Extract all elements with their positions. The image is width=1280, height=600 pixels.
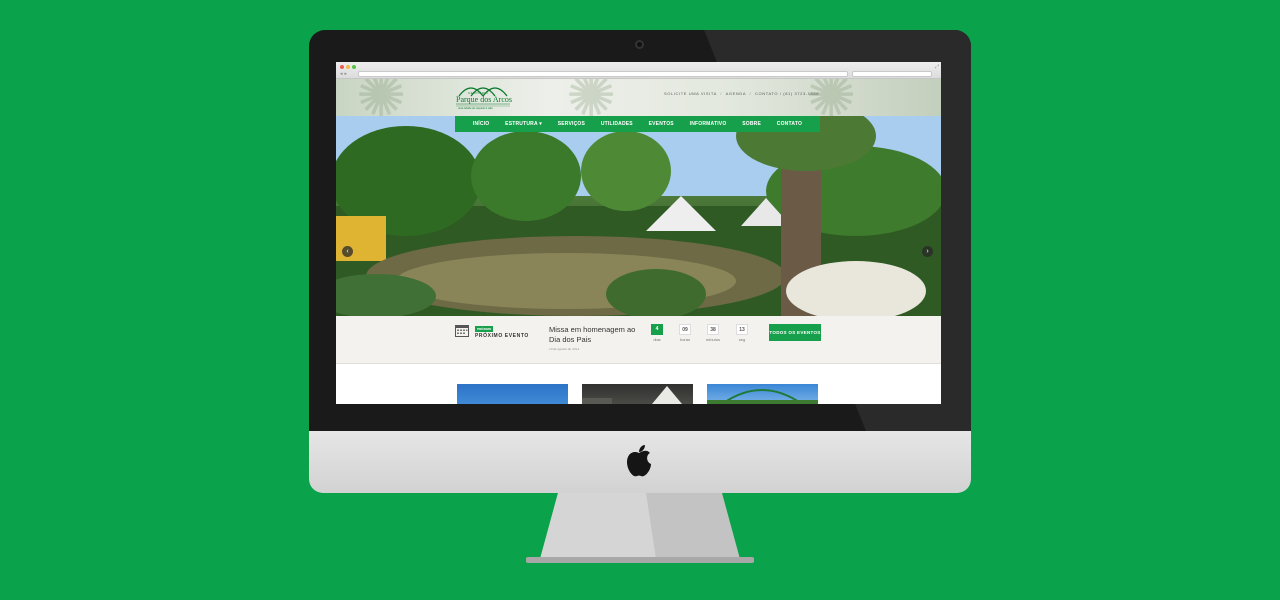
nav-item-informativo[interactable]: INFORMATIVO — [690, 121, 727, 127]
browser-toolbar: ◂▸ ⤢ — [336, 62, 941, 79]
event-title[interactable]: Missa em homenagem ao Dia dos Pais — [549, 325, 639, 345]
browser-search-input[interactable] — [852, 71, 932, 77]
nav-item-estrutura[interactable]: ESTRUTURA ▾ — [505, 121, 542, 127]
countdown-seconds: 13 — [736, 324, 748, 335]
monitor-stand — [526, 493, 754, 563]
hero-slider: ‹ › — [336, 116, 941, 316]
event-label: PRÓXIMO EVENTO — [475, 333, 529, 339]
content-section — [336, 364, 941, 404]
main-nav: INÍCIO ESTRUTURA ▾ SERVIÇOS UTILIDADES E… — [455, 116, 820, 132]
card-image — [707, 389, 818, 404]
logo-title: Parque dos Arcos — [456, 95, 512, 104]
nav-item-inicio[interactable]: INÍCIO — [473, 121, 489, 127]
top-links: SOLICITE UMA VISITA / AGENDA / CONTATO /… — [664, 91, 819, 96]
countdown-days-label: dias — [653, 337, 661, 342]
address-bar[interactable] — [358, 71, 848, 77]
countdown-seconds-label: seg — [738, 337, 746, 342]
countdown-minutes: 38 — [707, 324, 719, 335]
browser-nav-arrows-icon[interactable]: ◂▸ — [340, 71, 349, 77]
calendar-icon — [455, 325, 469, 337]
all-events-button[interactable]: TODOS OS EVENTOS — [769, 324, 821, 341]
contact-link[interactable]: CONTATO / (81) 3723-1888 — [755, 91, 819, 96]
card-image — [582, 386, 682, 404]
nav-item-sobre[interactable]: SOBRE — [742, 121, 761, 127]
nav-item-eventos[interactable]: EVENTOS — [649, 121, 674, 127]
content-card[interactable] — [707, 384, 818, 404]
close-window-icon[interactable] — [340, 65, 344, 69]
fullscreen-icon[interactable]: ⤢ — [935, 64, 939, 70]
logo-tagline: uma cidade de respeito à vida — [458, 107, 493, 110]
palm-decoration-icon: ✺ — [356, 79, 407, 116]
palm-decoration-icon: ✺ — [566, 79, 617, 116]
maximize-window-icon[interactable] — [352, 65, 356, 69]
browser-screen: ◂▸ ⤢ ✺ ✺ ✺ CEMITÉRIO Parque dos Arcos um… — [336, 62, 941, 404]
nav-item-utilidades[interactable]: UTILIDADES — [601, 121, 633, 127]
minimize-window-icon[interactable] — [346, 65, 350, 69]
site-logo[interactable]: CEMITÉRIO Parque dos Arcos uma cidade de… — [453, 82, 513, 114]
nav-item-servicos[interactable]: SERVIÇOS — [558, 121, 585, 127]
agenda-link[interactable]: AGENDA — [726, 91, 746, 96]
event-date: 10 de agosto de 2014 — [549, 347, 579, 351]
camera-icon — [635, 40, 644, 49]
nav-item-contato[interactable]: CONTATO — [777, 121, 802, 127]
garden-photo — [336, 116, 941, 316]
countdown-hours: 09 — [679, 324, 691, 335]
countdown-days: 4 — [651, 324, 663, 335]
countdown-hours-label: horas — [679, 337, 690, 342]
next-event-bar: PRÓXIMO PRÓXIMO EVENTO Missa em homenage… — [336, 316, 941, 364]
countdown-minutes-label: minutos — [705, 337, 720, 342]
apple-logo-icon — [627, 445, 651, 477]
palm-decoration-icon: ✺ — [806, 79, 857, 116]
link-separator: / — [749, 91, 752, 96]
event-badge: PRÓXIMO — [475, 326, 494, 332]
content-card[interactable] — [457, 384, 568, 404]
content-card[interactable] — [582, 384, 693, 404]
visit-link[interactable]: SOLICITE UMA VISITA — [664, 91, 717, 96]
site-header: ✺ ✺ ✺ CEMITÉRIO Parque dos Arcos uma cid… — [336, 79, 941, 116]
link-separator: / — [720, 91, 723, 96]
chevron-right-icon[interactable]: › — [922, 246, 933, 257]
chevron-left-icon[interactable]: ‹ — [342, 246, 353, 257]
